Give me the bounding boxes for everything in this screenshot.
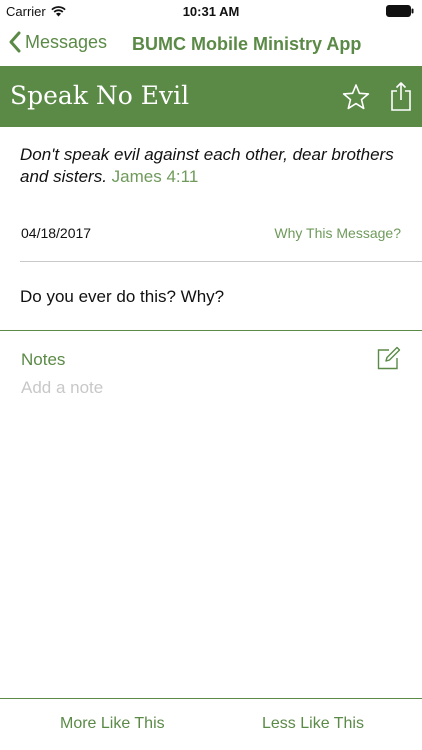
verse-reference[interactable]: James 4:11	[112, 167, 199, 186]
edit-note-icon[interactable]	[377, 346, 401, 370]
back-button-label: Messages	[25, 31, 108, 52]
battery-icon	[386, 5, 414, 17]
reflection-question: Do you ever do this? Why?	[20, 287, 225, 306]
why-this-message-link[interactable]: Why This Message?	[274, 225, 401, 241]
message-header: Speak No Evil	[0, 66, 422, 127]
chevron-left-icon	[9, 31, 21, 53]
status-bar: Carrier 10:31 AM	[0, 0, 422, 22]
scripture-verse: Don't speak evil against each other, dea…	[20, 144, 405, 188]
share-icon[interactable]	[388, 80, 414, 112]
divider	[0, 330, 422, 331]
divider	[20, 261, 422, 262]
back-button[interactable]: Messages	[8, 31, 107, 53]
note-input[interactable]: Add a note	[21, 378, 391, 398]
notes-label: Notes	[21, 350, 66, 369]
status-time: 10:31 AM	[182, 4, 240, 19]
divider	[0, 698, 422, 699]
more-like-this-button[interactable]: More Like This	[60, 715, 165, 733]
message-date: 04/18/2017	[21, 225, 92, 241]
nav-title: BUMC Mobile Ministry App	[132, 34, 362, 54]
star-icon[interactable]	[342, 83, 370, 111]
message-title: Speak No Evil	[10, 81, 190, 110]
verse-text: Don't speak evil against each other, dea…	[20, 145, 394, 186]
less-like-this-button[interactable]: Less Like This	[262, 715, 364, 733]
navigation-bar: Messages BUMC Mobile Ministry App	[0, 22, 422, 66]
